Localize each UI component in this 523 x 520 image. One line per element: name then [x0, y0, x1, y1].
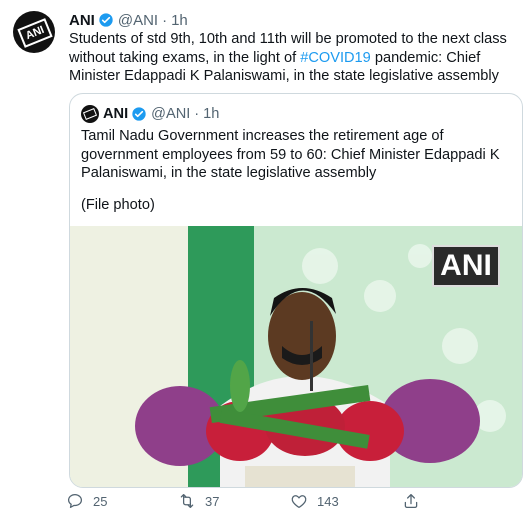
hashtag-link[interactable]: #COVID19 [300, 50, 371, 66]
verified-icon [99, 13, 113, 27]
reply-button[interactable]: 25 [66, 492, 178, 510]
retweet-button[interactable]: 37 [178, 492, 290, 510]
avatar-logo: ANI [17, 18, 53, 48]
author-handle[interactable]: @ANI [118, 12, 158, 29]
share-button[interactable] [402, 492, 420, 510]
share-icon [404, 493, 418, 509]
author-name[interactable]: ANI [69, 12, 95, 29]
separator-dot: · [194, 106, 200, 122]
retweet-icon [180, 493, 194, 509]
quoted-author-name: ANI [103, 106, 129, 122]
tweet[interactable]: ANI ANI @ANI · 1h Students of std 9th, 1… [0, 0, 523, 520]
like-count: 143 [317, 493, 339, 509]
like-icon [291, 495, 307, 509]
quoted-header: ANI @ANI · 1h [81, 105, 219, 123]
file-photo-note: (File photo) [81, 197, 155, 213]
like-button[interactable]: 143 [290, 492, 402, 510]
ani-watermark: ANI [432, 245, 500, 287]
verified-icon [132, 107, 146, 121]
tweet-actions: 25 37 143 [66, 492, 420, 510]
retweet-count: 37 [205, 493, 220, 509]
reply-count: 25 [93, 493, 108, 509]
quoted-text: Tamil Nadu Government increases the reti… [81, 128, 500, 181]
tweet-header: ANI @ANI · 1h [69, 11, 188, 29]
quoted-tweet[interactable]: ANI @ANI · 1h Tamil Nadu Government incr… [69, 93, 523, 488]
quoted-avatar [81, 105, 99, 123]
quoted-handle: @ANI [151, 106, 191, 122]
quoted-photo[interactable]: ANI [70, 226, 522, 487]
tweet-time[interactable]: 1h [171, 12, 188, 29]
tweet-text: Students of std 9th, 10th and 11th will … [69, 30, 509, 86]
separator-dot: · [162, 11, 168, 29]
quoted-time: 1h [203, 106, 220, 122]
author-avatar[interactable]: ANI [13, 11, 55, 53]
reply-icon [67, 493, 83, 509]
